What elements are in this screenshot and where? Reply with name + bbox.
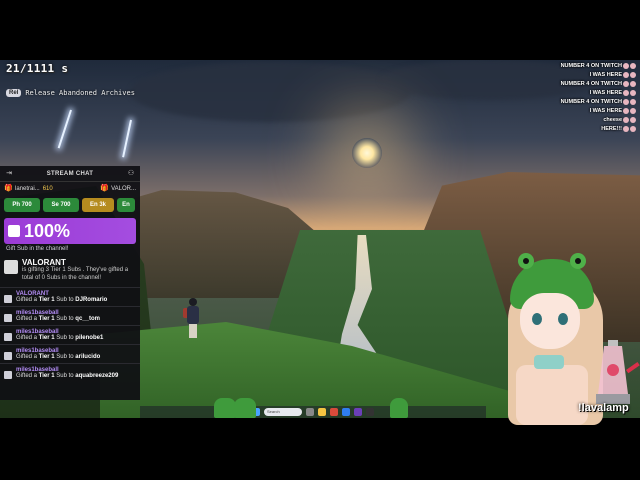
gift-line: Gifted a Tier 1 Sub to aquabreeze209 — [16, 372, 119, 379]
hype-note: Gift Sub in the channel! — [6, 246, 69, 252]
lavalamp-command-label: !lavalamp — [578, 402, 629, 414]
avatar-bow — [534, 355, 564, 369]
emote-icon — [623, 125, 629, 132]
app-icon[interactable] — [330, 408, 338, 416]
app-icon[interactable] — [342, 408, 350, 416]
avatar-face — [520, 293, 580, 349]
gift-icon — [4, 260, 18, 274]
mini-frog-avatar — [234, 398, 256, 418]
gift-sub-list: VALORANT Gifted a Tier 1 Sub to DJRomario… — [0, 286, 140, 382]
hype-leaderboard: 🎁 lanetrai... 610 🎁 VALOR... — [0, 182, 140, 196]
gift-recipient[interactable]: aquabreeze209 — [75, 373, 118, 379]
storm-cloud — [130, 62, 410, 122]
hype-count: 610 — [42, 186, 53, 192]
gift-icon: 🎁 — [100, 185, 109, 192]
collapse-icon[interactable]: ⇥ — [5, 170, 13, 178]
gift-recipient[interactable]: qc__tom — [75, 316, 100, 322]
ticker-message: I WAS HERE — [544, 71, 636, 80]
file-explorer-icon[interactable] — [318, 408, 326, 416]
gift-recipient[interactable]: DJRomario — [75, 297, 107, 303]
sub-count-text: 21/1111 s — [6, 62, 69, 75]
ticker-message: I WAS HERE — [544, 89, 636, 98]
setting-sun — [352, 138, 382, 168]
emote-icon — [623, 62, 629, 69]
gift-sub-entry: miles1baseball Gifted a Tier 1 Sub to pil… — [0, 324, 140, 344]
emote-icon — [623, 116, 629, 123]
hiker-figure — [183, 298, 200, 338]
hype-user: lanetrai... — [15, 186, 40, 192]
gift-box-icon — [8, 225, 20, 237]
gift-text: is gifting 3 Tier 1 Subs . They've gifte… — [22, 267, 129, 281]
hype-game: VALOR... — [111, 186, 136, 192]
prediction-option[interactable]: En 3k — [82, 198, 114, 212]
emote-icon — [630, 125, 636, 132]
gift-sub-entry: miles1baseball Gifted a Tier 1 Sub to aqu… — [0, 362, 140, 382]
ticker-message: NUMBER 4 ON TWITCH — [544, 80, 636, 89]
app-icon[interactable] — [366, 408, 374, 416]
chat-title: STREAM CHAT — [46, 170, 94, 177]
emote-icon — [630, 62, 636, 69]
gift-icon — [4, 313, 12, 322]
ticker-message: I WAS HERE — [544, 107, 636, 116]
gift-recipient[interactable]: arilucido — [75, 354, 100, 360]
hype-progress-bar: 100% — [4, 218, 136, 244]
mini-frog-avatar — [390, 398, 408, 418]
gift-line: Gifted a Tier 1 Sub to DJRomario — [16, 296, 108, 303]
sub-goal-overlay: 21/1111 s Rel Release Abandoned Archives — [6, 62, 166, 97]
emote-icon — [630, 107, 636, 114]
emote-icon — [623, 80, 629, 87]
gift-sub-entry: miles1baseball Gifted a Tier 1 Sub to ari… — [0, 343, 140, 363]
prediction-option[interactable]: Ph 700 — [4, 198, 40, 212]
emote-icon — [630, 116, 636, 123]
gift-icon — [4, 351, 12, 360]
ticker-message: HERE!!! — [544, 125, 636, 134]
gift-icon — [4, 294, 12, 303]
emote-icon — [630, 98, 636, 105]
hype-percent: 100% — [24, 220, 71, 241]
chat-ticker: NUMBER 4 ON TWITCH I WAS HERE NUMBER 4 ON … — [544, 62, 640, 134]
release-text: Release Abandoned Archives — [25, 89, 135, 97]
gift-sub-entry: miles1baseball Gifted a Tier 1 Sub to qc_… — [0, 305, 140, 325]
prediction-options: Ph 700 Se 700 En 3k En — [0, 196, 140, 214]
gift-sub-entry: VALORANT Gifted a Tier 1 Sub to DJRomario — [0, 286, 140, 306]
gifter-name: VALORANT — [22, 258, 66, 267]
chat-header: ⇥ STREAM CHAT ⚇ — [0, 166, 140, 182]
release-badge: Rel — [6, 89, 22, 97]
gift-recipient[interactable]: pilenobe1 — [75, 335, 103, 341]
lava-lamp-icon — [596, 340, 640, 404]
emote-icon — [630, 89, 636, 96]
mini-frog-avatar — [214, 398, 236, 418]
gift-announcement: VALORANT is gifting 3 Tier 1 Subs . They… — [0, 254, 140, 287]
prediction-option[interactable]: En — [117, 198, 135, 212]
gift-icon — [4, 332, 12, 341]
ticker-message: cheese — [544, 116, 636, 125]
ticker-message: NUMBER 4 ON TWITCH — [544, 98, 636, 107]
emote-icon — [630, 71, 636, 78]
gift-line: Gifted a Tier 1 Sub to qc__tom — [16, 315, 100, 322]
users-icon[interactable]: ⚇ — [127, 170, 135, 178]
prediction-option[interactable]: Se 700 — [43, 198, 79, 212]
windows-taskbar: Search — [140, 406, 486, 418]
emote-icon — [630, 80, 636, 87]
task-view-icon[interactable] — [306, 408, 314, 416]
emote-icon — [623, 71, 629, 78]
emote-icon — [623, 107, 629, 114]
app-icon[interactable] — [354, 408, 362, 416]
ticker-message: NUMBER 4 ON TWITCH — [544, 62, 636, 71]
stream-chat-panel: ⇥ STREAM CHAT ⚇ 🎁 lanetrai... 610 🎁 VALO… — [0, 166, 140, 400]
emote-icon — [623, 89, 629, 96]
emote-icon — [623, 98, 629, 105]
gift-line: Gifted a Tier 1 Sub to pilenobe1 — [16, 334, 104, 341]
gift-icon — [4, 370, 12, 379]
gift-line: Gifted a Tier 1 Sub to arilucido — [16, 353, 101, 360]
gift-icon: 🎁 — [4, 185, 13, 192]
taskbar-search[interactable]: Search — [264, 408, 302, 416]
